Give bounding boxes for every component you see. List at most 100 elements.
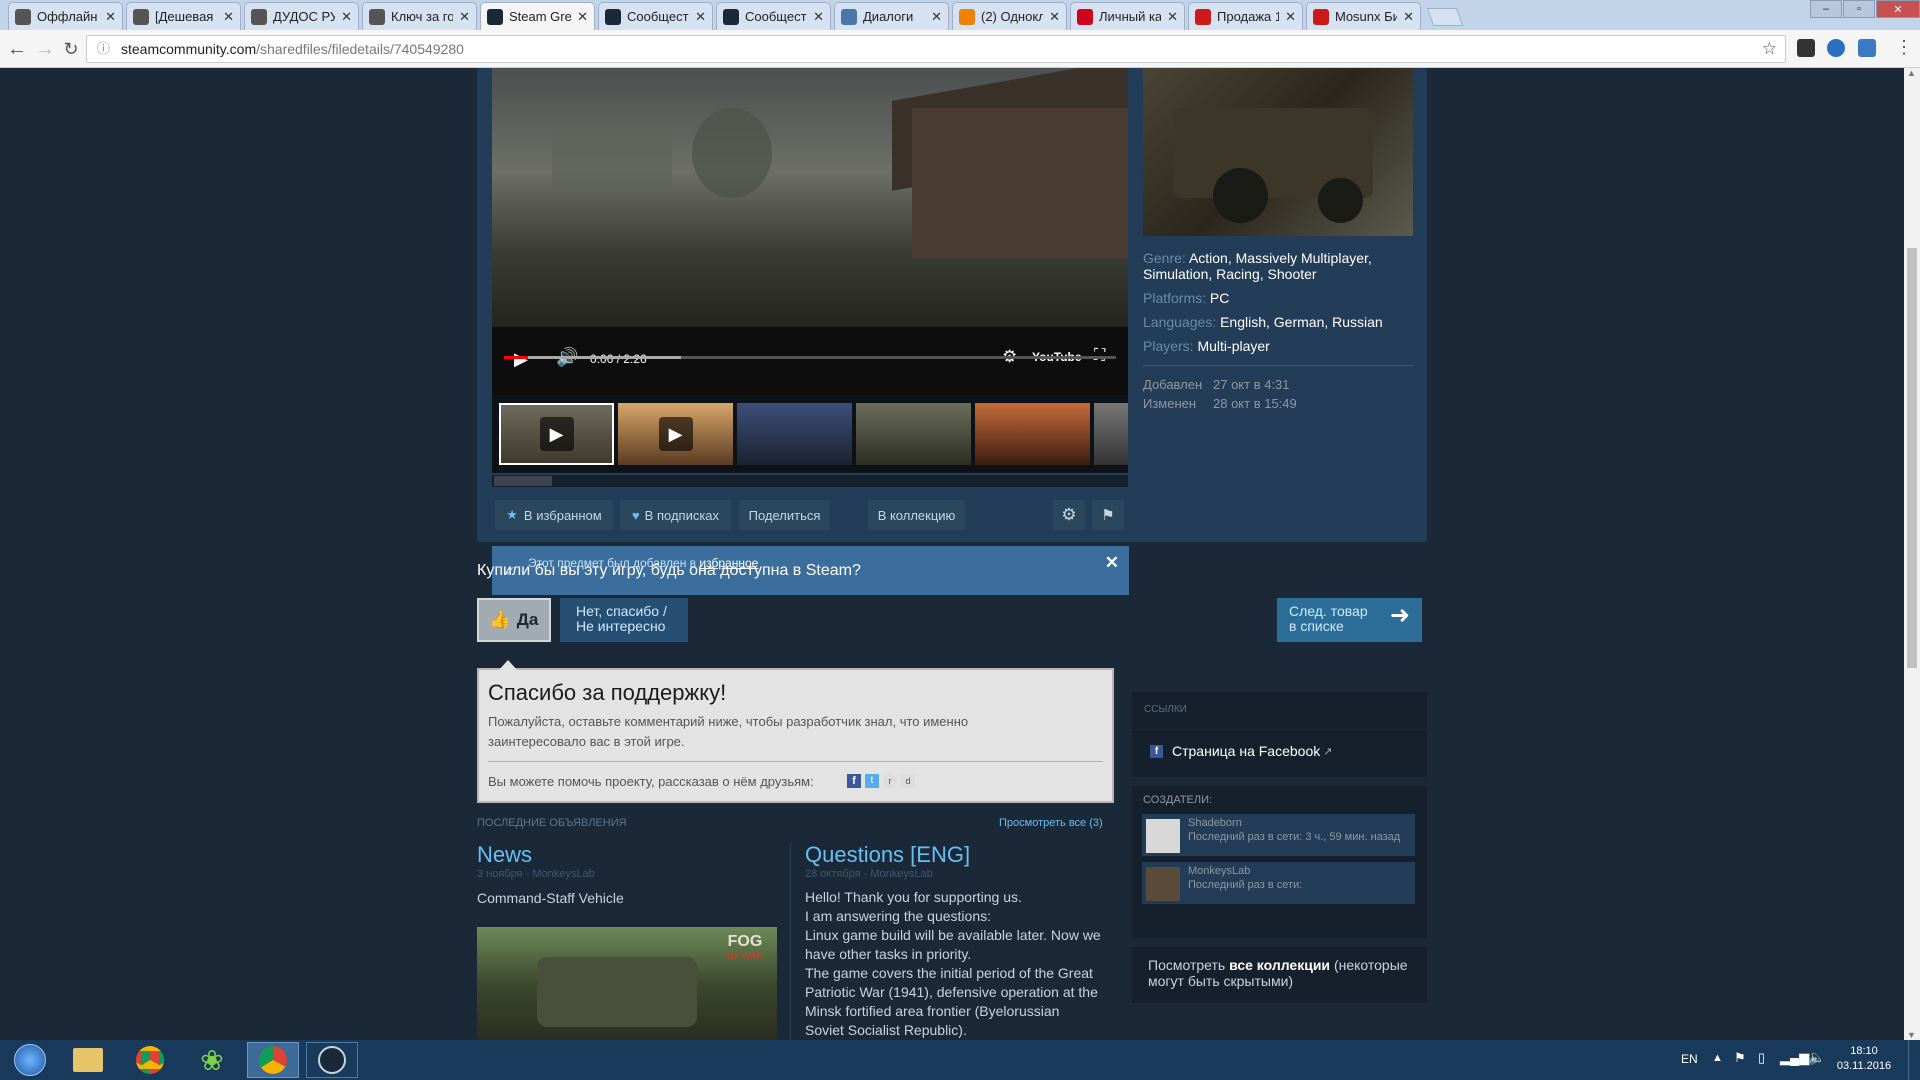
browser-tab[interactable]: Ключ за голос ✕ (362, 2, 477, 30)
start-button[interactable] (4, 1042, 56, 1078)
genre-link[interactable]: Simulation (1143, 266, 1208, 282)
share-button[interactable]: Поделиться (739, 500, 830, 530)
tab-close-icon[interactable]: ✕ (695, 9, 706, 25)
minimize-button[interactable]: – (1810, 0, 1842, 18)
browser-tab[interactable]: Steam Greenlig ✕ (480, 2, 595, 30)
vote-no-button[interactable]: Нет, спасибо / Не интересно (560, 598, 688, 642)
platforms-row: Platforms: PC (1143, 290, 1230, 306)
menu-icon[interactable]: ⋮ (1895, 37, 1913, 58)
browser-tab[interactable]: Диалоги ✕ (834, 2, 949, 30)
thumbnail-scrollbar[interactable] (492, 475, 1128, 487)
digg-icon[interactable]: d (901, 774, 915, 788)
tab-close-icon[interactable]: ✕ (813, 9, 824, 25)
reload-icon[interactable]: ↻ (60, 38, 82, 60)
browser-tab[interactable]: Оффлайн акти ✕ (8, 2, 123, 30)
browser-tab[interactable]: ДУДОС РУЛЕТ ✕ (244, 2, 359, 30)
collections-link[interactable]: Посмотреть все коллекции (некоторые могу… (1132, 947, 1427, 1003)
clock[interactable]: 18:10 03.11.2016 (1834, 1044, 1894, 1074)
genre-link[interactable]: Massively Multiplayer (1236, 250, 1368, 266)
thumbnail-video-1[interactable]: ▶ (499, 403, 614, 465)
divider (1143, 365, 1413, 366)
reddit-icon[interactable]: r (883, 774, 897, 788)
announcement-title[interactable]: Questions [ENG] (805, 842, 970, 868)
info-icon[interactable]: ⓘ (97, 36, 110, 62)
facebook-page-link[interactable]: f Страница на Facebook ↗ (1150, 743, 1332, 759)
thumbnail-screenshot-4[interactable] (1094, 403, 1128, 465)
creator-row[interactable]: MonkeysLab Последний раз в сети: (1142, 862, 1415, 904)
thumbnail-screenshot-1[interactable] (737, 403, 852, 465)
tab-close-icon[interactable]: ✕ (1285, 9, 1296, 25)
browser-tab[interactable]: Продажа 1 ШТ ✕ (1188, 2, 1303, 30)
thumbnail-screenshot-2[interactable] (856, 403, 971, 465)
genre-link[interactable]: Shooter (1268, 266, 1317, 282)
tab-close-icon[interactable]: ✕ (223, 9, 234, 25)
tab-close-icon[interactable]: ✕ (1403, 9, 1414, 25)
extension-icon-circle[interactable] (1827, 39, 1845, 57)
announcement-image[interactable]: FOG OF WAR (477, 927, 777, 1040)
network-signal-icon[interactable]: ▂▄▆ (1780, 1050, 1809, 1066)
share-prompt: Вы можете помочь проекту, рассказав о нё… (488, 774, 814, 789)
address-bar[interactable]: ⓘ steamcommunity.com/sharedfiles/filedet… (86, 35, 1786, 63)
tab-favicon-icon (369, 8, 385, 25)
announcement-title[interactable]: News (477, 842, 532, 868)
show-hidden-icons-arrow[interactable]: ▲ (1712, 1052, 1723, 1064)
url-path: /sharedfiles/filedetails/740549280 (256, 41, 464, 57)
browser-tab[interactable]: Mosunx Бизне ✕ (1306, 2, 1421, 30)
language-indicator[interactable]: EN (1681, 1052, 1698, 1066)
tab-close-icon[interactable]: ✕ (105, 9, 116, 25)
scroll-up-arrow-icon[interactable]: ▲ (1907, 68, 1916, 78)
extension-icon-mail[interactable] (1797, 39, 1815, 57)
steam-icon (318, 1046, 346, 1074)
close-window-button[interactable]: ✕ (1876, 0, 1920, 18)
forward-icon[interactable]: → (34, 38, 56, 60)
battery-icon[interactable]: ▯ (1758, 1050, 1765, 1066)
explorer-app[interactable] (62, 1042, 114, 1078)
tab-close-icon[interactable]: ✕ (459, 9, 470, 25)
chrome-app[interactable] (124, 1042, 176, 1078)
facebook-icon[interactable]: f (847, 774, 861, 788)
browser-tab[interactable]: Сообщество St ✕ (716, 2, 831, 30)
browser-tab[interactable]: [Дешевая накр ✕ (126, 2, 241, 30)
genre-link[interactable]: Racing (1216, 266, 1260, 282)
tab-close-icon[interactable]: ✕ (1167, 9, 1178, 25)
tab-close-icon[interactable]: ✕ (341, 9, 352, 25)
new-tab-button[interactable] (1426, 8, 1464, 26)
video-progress-bar[interactable] (504, 356, 1116, 359)
show-desktop-button[interactable] (1908, 1040, 1920, 1080)
browser-tab[interactable]: Сообщество St ✕ (598, 2, 713, 30)
flag-icon[interactable]: ⚑ (1092, 500, 1124, 530)
icq-app[interactable]: ❀ (186, 1042, 238, 1078)
extension-icon-sync[interactable] (1858, 39, 1876, 57)
windows-logo-icon (14, 1044, 46, 1076)
back-icon[interactable]: ← (6, 38, 28, 60)
tab-close-icon[interactable]: ✕ (1049, 9, 1060, 25)
flag-icon[interactable]: ⚑ (1734, 1050, 1746, 1066)
genre-link[interactable]: Action (1189, 250, 1228, 266)
next-item-button[interactable]: След. товар в списке ➜ (1277, 598, 1422, 642)
settings-icon[interactable]: ⚙ (1053, 500, 1085, 530)
close-icon[interactable]: ✕ (1105, 553, 1119, 573)
vote-yes-button[interactable]: 👍 Да (477, 598, 551, 642)
steam-app[interactable] (306, 1042, 358, 1078)
creator-row[interactable]: Shadeborn Последний раз в сети: 3 ч., 59… (1142, 814, 1415, 856)
browser-tab[interactable]: (2) Одноклассн ✕ (952, 2, 1067, 30)
twitter-icon[interactable]: t (865, 774, 879, 788)
tab-close-icon[interactable]: ✕ (577, 9, 588, 25)
bookmark-star-icon[interactable]: ☆ (1762, 36, 1777, 62)
thumbnail-video-2[interactable]: ▶ (618, 403, 733, 465)
chrome-app-active[interactable] (247, 1042, 299, 1078)
add-to-collection-button[interactable]: В коллекцию (868, 500, 965, 530)
maximize-button[interactable]: ▫ (1843, 0, 1875, 18)
page-scrollbar[interactable]: ▲ ▼ (1904, 68, 1920, 1040)
tab-close-icon[interactable]: ✕ (931, 9, 942, 25)
view-all-link[interactable]: Просмотреть все (3) (999, 817, 1103, 829)
browser-tab[interactable]: Личный кабин ✕ (1070, 2, 1185, 30)
favorite-button[interactable]: ★ В избранном (495, 500, 613, 530)
taskbar: ❀ EN ▲ ⚑ ▯ ▂▄▆ 🔈 18:10 03.11.2016 (0, 1040, 1920, 1080)
thumbnail-screenshot-3[interactable] (975, 403, 1090, 465)
volume-icon[interactable]: 🔈 (1808, 1049, 1825, 1066)
scroll-down-arrow-icon[interactable]: ▼ (1907, 1030, 1916, 1040)
video-player[interactable] (492, 68, 1128, 327)
play-icon[interactable]: ▶ (514, 349, 528, 370)
subscribe-button[interactable]: ♥ В подписках (620, 500, 731, 530)
